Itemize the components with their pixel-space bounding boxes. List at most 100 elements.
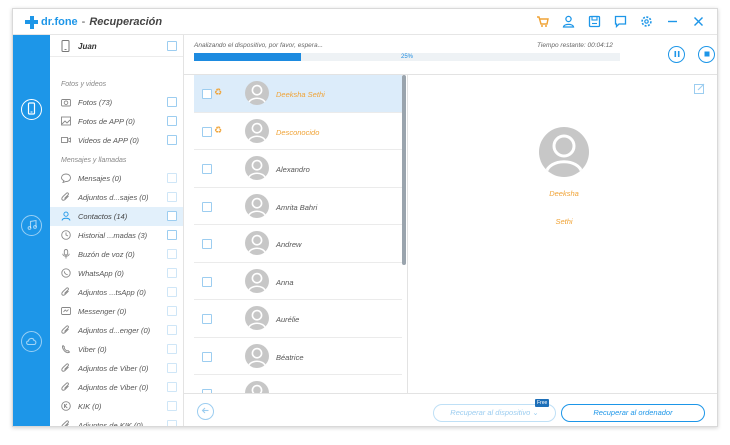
contact-avatar	[245, 381, 269, 393]
sidebar-item-checkbox[interactable]	[167, 306, 177, 316]
sidebar-item-checkbox[interactable]	[167, 268, 177, 278]
clock-icon	[61, 230, 71, 240]
contact-row[interactable]: Aurélie	[194, 300, 402, 338]
contact-row[interactable]: Anna	[194, 263, 402, 300]
sidebar-item[interactable]: Mensajes (0)	[50, 169, 183, 188]
sidebar-item[interactable]: Adjuntos d...enger (0)	[50, 321, 183, 340]
device-row[interactable]: Juan	[50, 35, 183, 57]
save-icon[interactable]	[587, 14, 601, 28]
sidebar-item-checkbox[interactable]	[167, 230, 177, 240]
sidebar-item-checkbox[interactable]	[167, 363, 177, 373]
attachment-icon	[61, 363, 71, 373]
sidebar-item[interactable]: Historial ...madas (3)	[50, 226, 183, 245]
sidebar-item-label: Messenger (0)	[78, 307, 127, 316]
device-checkbox[interactable]	[167, 41, 177, 51]
sidebar-item-checkbox[interactable]	[167, 325, 177, 335]
close-icon[interactable]	[691, 14, 705, 28]
contact-name: Anna	[276, 277, 294, 287]
contact-row[interactable]: Alexandro	[194, 150, 402, 188]
contact-name: Deeksha Sethi	[276, 90, 325, 99]
sidebar-item-checkbox[interactable]	[167, 287, 177, 297]
sidebar-item-label: Videos de APP (0)	[78, 136, 140, 145]
contact-row[interactable]	[194, 375, 402, 393]
sidebar-item[interactable]: Buzón de voz (0)	[50, 245, 183, 264]
attachment-icon	[61, 287, 71, 297]
pause-icon	[673, 50, 681, 60]
rail-recover-device[interactable]	[21, 99, 42, 120]
back-button[interactable]	[197, 403, 214, 420]
attachment-icon	[61, 382, 71, 392]
sidebar-item[interactable]: Adjuntos d...sajes (0)	[50, 188, 183, 207]
contact-row[interactable]: Andrew	[194, 225, 402, 263]
contact-row[interactable]: ♻ Desconocido	[194, 113, 402, 150]
feedback-icon[interactable]	[613, 14, 627, 28]
sidebar-item[interactable]: Fotos (73)	[50, 93, 183, 112]
contact-row[interactable]: Amrita Bahri	[194, 188, 402, 225]
sidebar-item-label: Adjuntos de Viber (0)	[78, 383, 149, 392]
contact-last-name: Sethi	[555, 217, 573, 226]
drfone-logo-icon	[25, 15, 38, 29]
sidebar-item-label: Buzón de voz (0)	[78, 250, 135, 259]
sidebar-item[interactable]: WhatsApp (0)	[50, 264, 183, 283]
attachment-icon	[61, 325, 71, 335]
sidebar-item[interactable]: Messenger (0)	[50, 302, 183, 321]
contact-checkbox[interactable]	[202, 314, 212, 324]
cart-icon[interactable]	[535, 14, 549, 28]
contact-list: ♻ Deeksha Sethi ♻ Desconocido Alexandro Amrit…	[194, 75, 402, 393]
pause-button[interactable]	[668, 46, 685, 63]
free-badge: Free	[535, 399, 550, 407]
contact-checkbox[interactable]	[202, 239, 212, 249]
contact-name: Andrew	[276, 240, 302, 249]
sidebar-item[interactable]: Adjuntos de KIK (0)	[50, 416, 183, 426]
contact-row[interactable]: Béatrice	[194, 338, 402, 375]
contact-avatar	[245, 343, 269, 368]
contact-first-name: Deeksha	[549, 189, 579, 198]
edit-icon[interactable]	[694, 83, 705, 96]
contact-checkbox[interactable]	[202, 89, 212, 99]
contact-list-scrollbar[interactable]	[402, 75, 406, 265]
contact-checkbox[interactable]	[202, 351, 212, 362]
sidebar-item-label: Contactos (14)	[78, 212, 128, 221]
sidebar-item-checkbox[interactable]	[167, 173, 177, 183]
contact-checkbox[interactable]	[202, 126, 212, 137]
sidebar-item[interactable]: Videos de APP (0)	[50, 131, 183, 150]
sidebar-item[interactable]: Adjuntos ...tsApp (0)	[50, 283, 183, 302]
sidebar-item[interactable]: Adjuntos de Viber (0)	[50, 359, 183, 378]
contact-checkbox[interactable]	[202, 164, 212, 174]
contact-checkbox[interactable]	[202, 201, 212, 212]
settings-icon[interactable]	[639, 14, 653, 28]
rail-recover-icloud[interactable]	[21, 331, 42, 352]
sidebar-item-checkbox[interactable]	[167, 382, 177, 392]
app-window: dr.fone - Recuperación Juan Fotos y vide…	[12, 8, 718, 427]
stop-button[interactable]	[698, 46, 715, 63]
sidebar-item-checkbox[interactable]	[167, 211, 177, 221]
sidebar-item[interactable]: Viber (0)	[50, 340, 183, 359]
sidebar-item-checkbox[interactable]	[167, 192, 177, 202]
sidebar-item-label: Adjuntos d...sajes (0)	[78, 193, 149, 202]
contact-name: Alexandro	[276, 165, 310, 174]
sidebar-item[interactable]: Adjuntos de Viber (0)	[50, 378, 183, 397]
sidebar-item-checkbox[interactable]	[167, 116, 177, 126]
sidebar-item-checkbox[interactable]	[167, 135, 177, 145]
contact-checkbox[interactable]	[202, 276, 212, 287]
sidebar-item-label: Mensajes (0)	[78, 174, 122, 183]
recover-to-computer-button[interactable]: Recuperar al ordenador	[561, 404, 705, 422]
sidebar-item-checkbox[interactable]	[167, 344, 177, 354]
contact-icon	[61, 211, 71, 221]
minimize-icon[interactable]	[665, 14, 679, 28]
viber-icon	[61, 344, 71, 354]
contact-name: Béatrice	[276, 352, 304, 362]
rail-recover-itunes[interactable]	[21, 215, 42, 236]
sidebar-item-checkbox[interactable]	[167, 401, 177, 411]
sidebar-item[interactable]: Fotos de APP (0)	[50, 112, 183, 131]
contact-name: Amrita Bahri	[276, 202, 318, 212]
sidebar-item-checkbox[interactable]	[167, 97, 177, 107]
contact-row[interactable]: ♻ Deeksha Sethi	[194, 75, 402, 113]
time-remaining: Tiempo restante: 00:04:12	[537, 42, 613, 49]
sidebar-item[interactable]: Contactos (14)	[50, 207, 183, 226]
sidebar-item[interactable]: KIK (0)	[50, 397, 183, 416]
sidebar-item-checkbox[interactable]	[167, 420, 177, 426]
sidebar-item-label: Adjuntos d...enger (0)	[78, 326, 151, 335]
sidebar-item-checkbox[interactable]	[167, 249, 177, 259]
user-icon[interactable]	[561, 14, 575, 28]
